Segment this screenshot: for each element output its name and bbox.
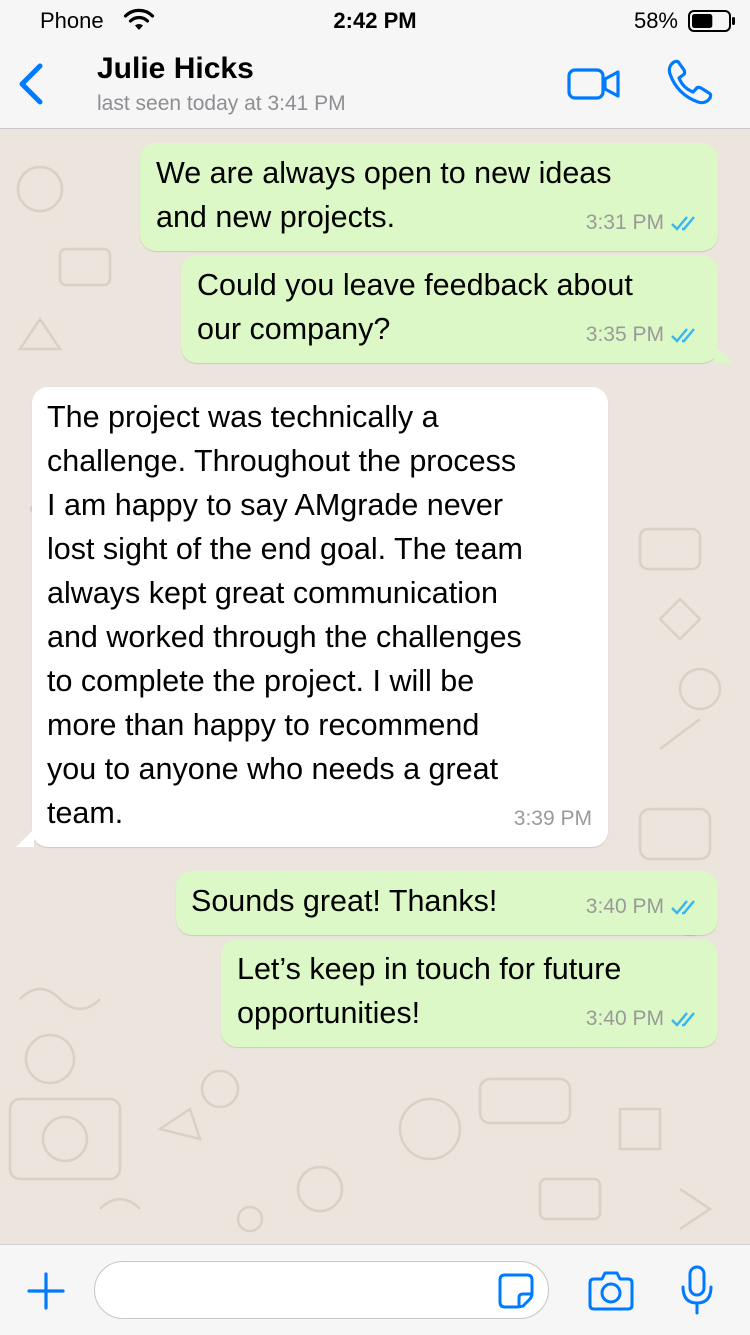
message-bubble-outgoing[interactable]: Could you leave feedback about our compa… [181, 255, 718, 363]
battery-icon [688, 10, 735, 32]
read-receipt-icon [671, 900, 695, 915]
read-receipt-icon [671, 328, 695, 343]
message-meta: 3:40 PM [586, 885, 702, 929]
message-bubble-outgoing[interactable]: Let’s keep in touch for future opportuni… [221, 939, 718, 1047]
chat-header: Julie Hicks last seen today at 3:41 PM [0, 40, 750, 129]
sticker-icon[interactable] [497, 1272, 535, 1310]
message-time: 3:31 PM [585, 211, 664, 234]
bubble-tail [714, 345, 732, 363]
message-time: 3:35 PM [585, 323, 664, 346]
message-bubble-outgoing[interactable]: We are always open to new ideas and new … [140, 143, 718, 251]
read-receipt-icon [671, 1012, 695, 1027]
message-meta: 3:39 PM [514, 797, 592, 841]
back-chevron-icon[interactable] [12, 60, 52, 108]
message-time: 3:40 PM [585, 895, 664, 918]
contact-name[interactable]: Julie Hicks [97, 52, 254, 86]
message-text: The project was technically a challenge.… [47, 400, 523, 830]
plus-icon[interactable] [26, 1271, 66, 1311]
video-camera-icon[interactable] [566, 64, 622, 104]
message-meta: 3:40 PM [586, 997, 702, 1041]
chat-thread[interactable]: We are always open to new ideas and new … [0, 129, 750, 1244]
microphone-icon[interactable] [680, 1265, 714, 1315]
status-bar: Phone 2:42 PM 58% [0, 0, 750, 40]
message-input-bar [0, 1244, 750, 1335]
camera-icon[interactable] [588, 1269, 634, 1311]
read-receipt-icon [671, 216, 695, 231]
message-time: 3:40 PM [585, 1007, 664, 1030]
battery-percentage: 58% [633, 8, 678, 33]
message-meta: 3:31 PM [586, 201, 702, 245]
phone-icon[interactable] [664, 56, 716, 108]
message-bubble-outgoing[interactable]: Sounds great! Thanks! 3:40 PM [176, 871, 718, 935]
message-time: 3:39 PM [513, 807, 592, 830]
message-input[interactable] [94, 1261, 549, 1319]
message-bubble-incoming[interactable]: The project was technically a challenge.… [32, 387, 608, 847]
bubble-tail [16, 829, 34, 847]
message-meta: 3:35 PM [586, 313, 702, 357]
last-seen-status: last seen today at 3:41 PM [97, 92, 346, 115]
